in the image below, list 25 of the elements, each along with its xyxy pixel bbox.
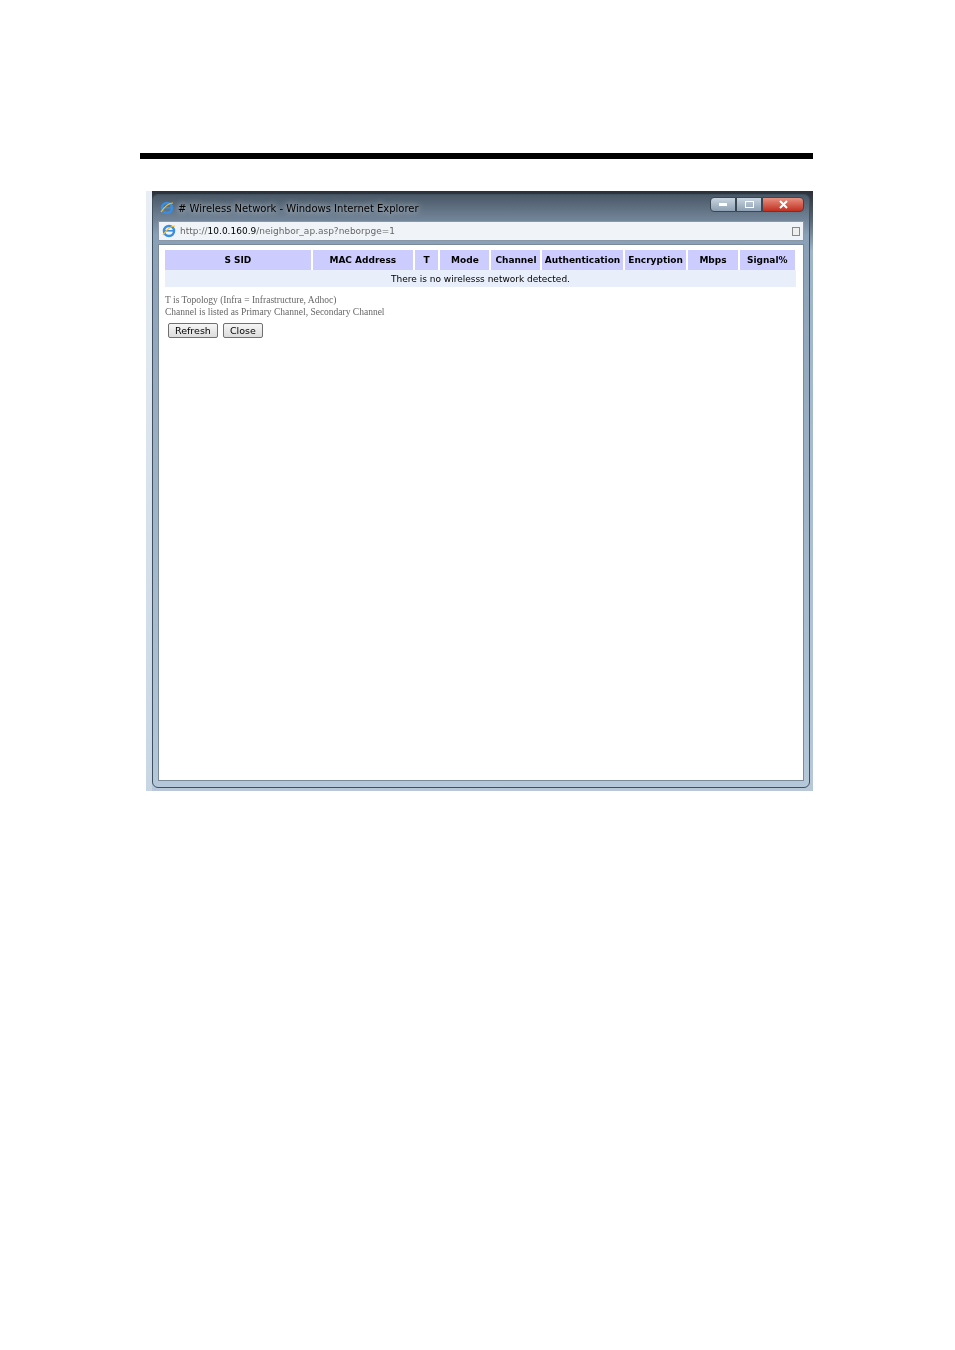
column-header: Encryption bbox=[623, 250, 688, 270]
column-header: MAC Address bbox=[311, 250, 414, 270]
minimize-icon bbox=[719, 203, 727, 206]
close-button[interactable] bbox=[762, 197, 804, 212]
close-icon bbox=[778, 200, 788, 209]
empty-message: There is no wirelesss network detected. bbox=[165, 270, 796, 287]
refresh-button[interactable]: Refresh bbox=[168, 323, 218, 338]
maximize-button[interactable] bbox=[736, 197, 762, 212]
page-icon bbox=[792, 226, 800, 236]
address-bar[interactable]: http://10.0.160.9/neighbor_ap.asp?neborpge=1 bbox=[158, 221, 804, 241]
column-header: Mbps bbox=[687, 250, 739, 270]
note-text: Channel is listed as Primary Channel, Secondary Channel bbox=[165, 307, 386, 317]
window-title: # Wireless Network - Windows Internet Explorer bbox=[178, 202, 419, 214]
minimize-button[interactable] bbox=[710, 197, 736, 212]
column-header: S SID bbox=[165, 250, 312, 270]
column-header: Channel bbox=[490, 250, 542, 270]
close-page-button[interactable]: Close bbox=[222, 323, 263, 338]
note-text: T is Topology (Infra = Infrastructure, Adhoc) bbox=[165, 295, 338, 305]
column-header: Mode bbox=[439, 250, 491, 270]
browser-icon bbox=[162, 224, 176, 238]
browser-icon bbox=[160, 201, 174, 215]
column-header: Signal% bbox=[738, 250, 796, 270]
maximize-icon bbox=[744, 201, 754, 208]
column-header: T bbox=[413, 250, 440, 270]
column-header: Authentication bbox=[541, 250, 624, 270]
